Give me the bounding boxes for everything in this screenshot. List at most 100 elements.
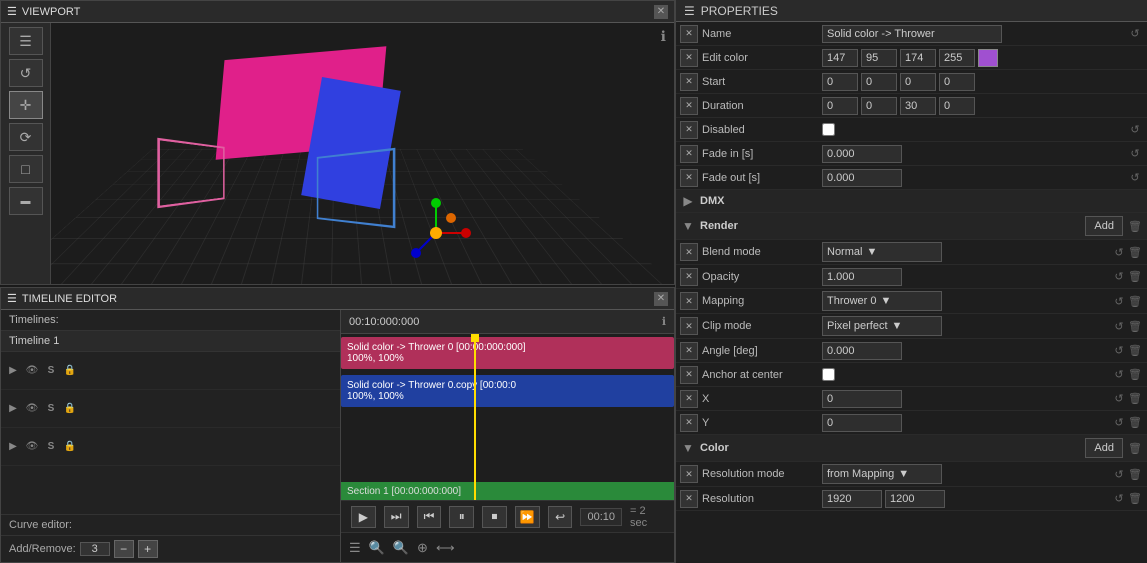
track-1-play-icon[interactable]: ▶ xyxy=(5,363,21,379)
blend-mode-dropdown[interactable]: Normal ▼ xyxy=(822,242,942,262)
prop-x-x[interactable]: ✕ xyxy=(680,390,698,408)
angle-input[interactable]: 0.000 xyxy=(822,342,902,360)
duration-v1[interactable]: 0 xyxy=(822,97,858,115)
x-input[interactable]: 0 xyxy=(822,390,902,408)
prop-x-start[interactable]: ✕ xyxy=(680,73,698,91)
prop-x-clipmode[interactable]: ✕ xyxy=(680,317,698,335)
stop-button[interactable]: ⏹ xyxy=(482,506,507,528)
track-2-play-icon[interactable]: ▶ xyxy=(5,401,21,417)
viewport-scene[interactable]: ☰ ↺ ✛ ⟳ □ ▬ xyxy=(1,23,674,284)
track-2-eye-icon[interactable]: 👁 xyxy=(24,401,40,417)
skip-forward-button[interactable]: ⏩ xyxy=(515,506,540,528)
color-delete-icon[interactable]: 🗑 xyxy=(1127,440,1143,456)
track-3-eye-icon[interactable]: 👁 xyxy=(24,439,40,455)
track-block-2[interactable]: Solid color -> Thrower 0.copy [00:00:0 1… xyxy=(341,375,674,407)
prop-x-resmode[interactable]: ✕ xyxy=(680,465,698,483)
prop-reset-clipmode[interactable]: ↺ xyxy=(1111,318,1127,334)
track-1-eye-icon[interactable]: 👁 xyxy=(24,363,40,379)
viewport-menu-icon[interactable]: ☰ xyxy=(7,5,17,18)
square-tool[interactable]: □ xyxy=(9,155,43,183)
prop-x-disabled[interactable]: ✕ xyxy=(680,121,698,139)
mapping-dropdown[interactable]: Thrower 0 ▼ xyxy=(822,291,942,311)
tl-icon-5[interactable]: ⟷ xyxy=(436,540,455,556)
timeline-info-icon[interactable]: ℹ xyxy=(662,315,666,328)
duration-v4[interactable]: 0 xyxy=(939,97,975,115)
properties-menu-icon[interactable]: ☰ xyxy=(684,4,695,18)
rotate2-tool[interactable]: ⟳ xyxy=(9,123,43,151)
prop-reset-fadeout[interactable]: ↺ xyxy=(1127,170,1143,186)
prop-reset-opacity[interactable]: ↺ xyxy=(1111,269,1127,285)
prop-x-duration[interactable]: ✕ xyxy=(680,97,698,115)
color-toggle-icon[interactable]: ▼ xyxy=(680,440,696,456)
prop-x-fadeout[interactable]: ✕ xyxy=(680,169,698,187)
prop-reset-x[interactable]: ↺ xyxy=(1111,391,1127,407)
color-b-input[interactable]: 174 xyxy=(900,49,936,67)
anchor-checkbox[interactable] xyxy=(822,368,835,381)
clipmode-dropdown[interactable]: Pixel perfect ▼ xyxy=(822,316,942,336)
resolution-w-input[interactable]: 1920 xyxy=(822,490,882,508)
color-section-header[interactable]: ▼ Color Add 🗑 xyxy=(676,435,1147,462)
prop-x-name[interactable]: ✕ xyxy=(680,25,698,43)
fadein-input[interactable]: 0.000 xyxy=(822,145,902,163)
track-3-play-icon[interactable]: ▶ xyxy=(5,439,21,455)
start-v1[interactable]: 0 xyxy=(822,73,858,91)
prop-reset-anchor[interactable]: ↺ xyxy=(1111,367,1127,383)
render-add-button[interactable]: Add xyxy=(1085,216,1123,236)
duration-v2[interactable]: 0 xyxy=(861,97,897,115)
color-g-input[interactable]: 95 xyxy=(861,49,897,67)
prop-x-mapping[interactable]: ✕ xyxy=(680,292,698,310)
prop-reset-resmode[interactable]: ↺ xyxy=(1111,466,1127,482)
prop-reset-fadein[interactable]: ↺ xyxy=(1127,146,1143,162)
start-v3[interactable]: 0 xyxy=(900,73,936,91)
render-section-header[interactable]: ▼ Render Add 🗑 xyxy=(676,213,1147,240)
color-add-button[interactable]: Add xyxy=(1085,438,1123,458)
track-3-lock-icon[interactable]: 🔒 xyxy=(62,439,78,455)
prop-delete-angle[interactable]: 🗑 xyxy=(1127,343,1143,359)
step-forward-button[interactable]: ⏭ xyxy=(384,506,409,528)
track-2-s-icon[interactable]: S xyxy=(43,401,59,417)
timeline-section[interactable]: Section 1 [00:00:000:000] xyxy=(341,482,674,500)
playhead[interactable] xyxy=(474,334,476,500)
tl-icon-2[interactable]: 🔍 xyxy=(369,540,385,556)
opacity-input[interactable]: 1.000 xyxy=(822,268,902,286)
add-button[interactable]: + xyxy=(138,540,158,558)
name-input[interactable] xyxy=(822,25,1002,43)
render-delete-icon[interactable]: 🗑 xyxy=(1127,218,1143,234)
timeline-menu-icon[interactable]: ☰ xyxy=(7,292,17,305)
step-back-button[interactable]: ⏮ xyxy=(417,506,442,528)
start-v2[interactable]: 0 xyxy=(861,73,897,91)
prop-x-blendmode[interactable]: ✕ xyxy=(680,243,698,261)
rotate-tool[interactable]: ↺ xyxy=(9,59,43,87)
prop-x-y[interactable]: ✕ xyxy=(680,414,698,432)
render-toggle-icon[interactable]: ▼ xyxy=(680,218,696,234)
track-3-s-icon[interactable]: S xyxy=(43,439,59,455)
color-swatch[interactable] xyxy=(978,49,998,67)
resolution-h-input[interactable]: 1200 xyxy=(885,490,945,508)
hamburger-tool[interactable]: ☰ xyxy=(9,27,43,55)
move-tool[interactable]: ✛ xyxy=(9,91,43,119)
resmode-dropdown[interactable]: from Mapping ▼ xyxy=(822,464,942,484)
y-input[interactable]: 0 xyxy=(822,414,902,432)
tl-icon-3[interactable]: 🔍 xyxy=(393,540,409,556)
prop-reset-blendmode[interactable]: ↺ xyxy=(1111,244,1127,260)
timeline-tracks-area[interactable]: Solid color -> Thrower 0 [00:00:000:000]… xyxy=(341,334,674,500)
scene-info-icon[interactable]: ℹ xyxy=(661,28,666,45)
transform-gizmo[interactable] xyxy=(401,198,471,268)
prop-delete-resolution[interactable]: 🗑 xyxy=(1127,491,1143,507)
prop-delete-opacity[interactable]: 🗑 xyxy=(1127,269,1143,285)
dmx-toggle-icon[interactable]: ▶ xyxy=(680,193,696,209)
prop-x-angle[interactable]: ✕ xyxy=(680,342,698,360)
tl-icon-1[interactable]: ☰ xyxy=(349,540,361,556)
prop-reset-mapping[interactable]: ↺ xyxy=(1111,293,1127,309)
prop-x-opacity[interactable]: ✕ xyxy=(680,268,698,286)
duration-v3[interactable]: 30 xyxy=(900,97,936,115)
pause-button[interactable]: ⏸ xyxy=(449,506,474,528)
track-block-1[interactable]: Solid color -> Thrower 0 [00:00:000:000]… xyxy=(341,337,674,369)
prop-delete-clipmode[interactable]: 🗑 xyxy=(1127,318,1143,334)
timeline-item-1[interactable]: Timeline 1 xyxy=(1,331,340,352)
remove-button[interactable]: − xyxy=(114,540,134,558)
prop-delete-blendmode[interactable]: 🗑 xyxy=(1127,244,1143,260)
color-a-input[interactable]: 255 xyxy=(939,49,975,67)
prop-reset-angle[interactable]: ↺ xyxy=(1111,343,1127,359)
prop-reset-y[interactable]: ↺ xyxy=(1111,415,1127,431)
